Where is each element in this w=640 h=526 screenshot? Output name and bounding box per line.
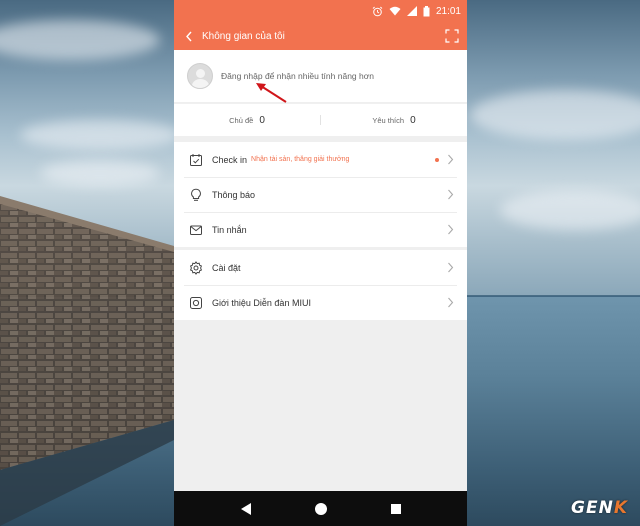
- login-prompt[interactable]: Đăng nhập để nhận nhiều tính năng hơn: [221, 71, 374, 81]
- stat-label: Yêu thích: [372, 115, 405, 125]
- menu-item-label: Giới thiệu Diễn đàn MIUI: [212, 297, 311, 308]
- triangle-back-icon: [240, 502, 251, 515]
- stat-value: 0: [259, 114, 265, 126]
- menu-item-label: Cài đặt: [212, 262, 241, 273]
- chevron-right-icon: [448, 262, 454, 273]
- stat-favorites[interactable]: Yêu thích 0: [321, 115, 467, 126]
- status-time: 21:01: [435, 5, 461, 17]
- watermark-accent: K: [613, 498, 628, 518]
- calendar-check-icon: [190, 153, 202, 166]
- nav-recents-button[interactable]: [385, 498, 407, 520]
- profile-login-row[interactable]: Đăng nhập để nhận nhiều tính năng hơn: [174, 50, 467, 102]
- menu-item-label: Check in: [212, 154, 248, 165]
- info-square-icon: [190, 296, 202, 309]
- content-area: Đăng nhập để nhận nhiều tính năng hơn Ch…: [174, 50, 467, 491]
- menu-item-notifications[interactable]: Thông báo: [174, 177, 467, 212]
- chevron-right-icon: [448, 224, 454, 235]
- phone-screen: 21:01 Không gian của tôi Đăng nhập để nh…: [174, 0, 467, 526]
- genk-watermark-logo: GENK: [571, 498, 628, 518]
- menu-group-2: Cài đặt Giới thiệu Diễn đàn MIUI: [174, 250, 467, 320]
- signal-icon: [406, 6, 417, 16]
- back-arrow-icon: [186, 31, 192, 41]
- watermark-main: GEN: [571, 498, 614, 518]
- stat-value: 0: [410, 114, 416, 126]
- stat-label: Chủ đề: [229, 115, 254, 125]
- status-bar: 21:01: [174, 0, 467, 22]
- menu-item-label: Thông báo: [212, 189, 256, 200]
- wifi-icon: [389, 6, 401, 16]
- menu-item-subtext: Nhận tài sản, thăng giải thưởng: [251, 156, 350, 163]
- annotation-arrow-icon: [256, 83, 287, 103]
- menu-item-check-in[interactable]: Check in Nhận tài sản, thăng giải thưởng: [174, 142, 467, 177]
- stat-topics[interactable]: Chủ đề 0: [174, 115, 320, 126]
- envelope-icon: [190, 225, 202, 235]
- circle-home-icon: [314, 502, 327, 515]
- nav-home-button[interactable]: [310, 498, 332, 520]
- menu-item-settings[interactable]: Cài đặt: [174, 250, 467, 285]
- page-title: Không gian của tôi: [202, 30, 285, 42]
- square-recents-icon: [390, 503, 401, 514]
- lightbulb-icon: [191, 188, 201, 201]
- nav-back-button[interactable]: [235, 498, 257, 520]
- menu-item-messages[interactable]: Tin nhắn: [174, 212, 467, 247]
- back-button[interactable]: [176, 22, 202, 50]
- navigation-bar: [174, 491, 467, 526]
- menu-item-about-forum[interactable]: Giới thiệu Diễn đàn MIUI: [174, 285, 467, 320]
- toolbar: Không gian của tôi: [174, 22, 467, 50]
- avatar[interactable]: [187, 63, 213, 89]
- notification-dot: [435, 158, 439, 162]
- battery-icon: [423, 5, 430, 16]
- menu-group-1: Check in Nhận tài sản, thăng giải thưởng…: [174, 142, 467, 247]
- menu-item-label: Tin nhắn: [212, 224, 247, 235]
- scan-icon[interactable]: [445, 29, 459, 43]
- stats-bar: Chủ đề 0 Yêu thích 0: [174, 103, 467, 136]
- chevron-right-icon: [448, 297, 454, 308]
- chevron-right-icon: [448, 189, 454, 200]
- gear-icon: [189, 260, 203, 275]
- alarm-icon: [372, 6, 383, 16]
- chevron-right-icon: [448, 154, 454, 165]
